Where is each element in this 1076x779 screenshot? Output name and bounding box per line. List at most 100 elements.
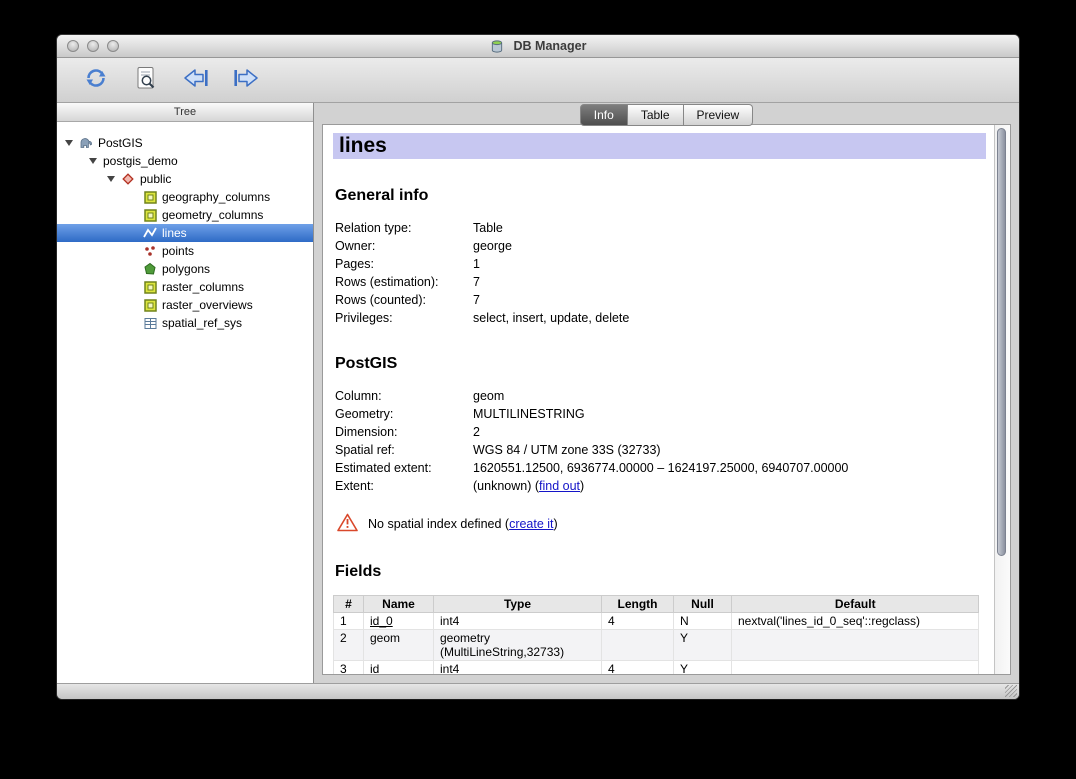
tree-item-postgis-demo[interactable]: postgis_demo [57,152,313,170]
warning-text: No spatial index defined (create it) [368,517,558,531]
info-label: Rows (estimation): [335,273,473,291]
table-icon [143,316,157,330]
disclosure-triangle[interactable] [65,140,73,146]
extent-unknown-text: (unknown) ( [473,479,539,493]
table-row: 2 geom geometry (MultiLineString,32733) … [334,630,979,661]
minimize-button[interactable] [87,40,99,52]
table-row: 3 id int4 4 Y [334,661,979,675]
info-label: Privileges: [335,309,473,327]
extent-row: Extent: (unknown) (find out) [335,477,986,495]
layer-table-icon [143,298,157,312]
tree-item-raster-columns[interactable]: raster_columns [57,278,313,296]
info-row: Spatial ref:WGS 84 / UTM zone 33S (32733… [335,441,986,459]
spatial-index-warning: No spatial index defined (create it) [337,513,986,535]
create-it-link[interactable]: create it [509,517,553,531]
info-label: Geometry: [335,405,473,423]
field-length: 4 [602,661,674,675]
close-button[interactable] [67,40,79,52]
content-panel: Info Table Preview lines General info Re… [314,103,1019,683]
import-arrow-icon [183,67,209,94]
field-default [732,661,979,675]
layer-table-icon [143,280,157,294]
field-type: int4 [434,661,602,675]
db-manager-window: DB Manager [57,35,1019,699]
field-length: 4 [602,613,674,630]
fields-header-row: # Name Type Length Null Default [334,596,979,613]
polygon-layer-icon [143,262,157,276]
disclosure-triangle[interactable] [89,158,97,164]
info-label: Pages: [335,255,473,273]
extent-value: (unknown) (find out) [473,477,584,495]
warning-text-before: No spatial index defined ( [368,517,509,531]
tree-item-public[interactable]: public [57,170,313,188]
titlebar[interactable]: DB Manager [57,35,1019,58]
export-layer-button[interactable] [231,64,261,96]
info-value: george [473,237,512,255]
tree-item-label: points [162,244,194,258]
column-header[interactable]: # [334,596,364,613]
vertical-scrollbar[interactable] [994,125,1010,674]
tree-item-points[interactable]: points [57,242,313,260]
tree-item-label: postgis_demo [103,154,178,168]
info-value: Table [473,219,503,237]
sql-window-icon [135,66,157,95]
import-layer-button[interactable] [181,64,211,96]
info-label: Column: [335,387,473,405]
field-default: nextval('lines_id_0_seq'::regclass) [732,613,979,630]
info-label: Dimension: [335,423,473,441]
tree-item-geography-columns[interactable]: geography_columns [57,188,313,206]
info-label: Relation type: [335,219,473,237]
zoom-button[interactable] [107,40,119,52]
desktop-background: DB Manager [0,0,1076,779]
table-row: 1 id_0 int4 4 N nextval('lines_id_0_seq'… [334,613,979,630]
postgis-rows: Column:geom Geometry:MULTILINESTRING Dim… [335,387,986,495]
tree-item-label: lines [162,226,187,240]
field-name-link[interactable]: id_0 [370,614,393,628]
info-value: MULTILINESTRING [473,405,585,423]
info-label: Owner: [335,237,473,255]
tab-preview[interactable]: Preview [684,104,754,126]
field-num: 1 [334,613,364,630]
info-row: Column:geom [335,387,986,405]
refresh-button[interactable] [81,64,111,96]
tree-item-lines[interactable]: lines [57,224,313,242]
extent-close-paren: ) [580,479,584,493]
export-arrow-icon [233,67,259,94]
field-length [602,630,674,661]
layer-table-icon [143,208,157,222]
column-header[interactable]: Length [602,596,674,613]
fields-table: # Name Type Length Null Default [333,595,979,674]
column-header[interactable]: Default [732,596,979,613]
disclosure-triangle[interactable] [107,176,115,182]
tree-item-label: PostGIS [98,136,143,150]
sql-window-button[interactable] [131,64,161,96]
tree-item-raster-overviews[interactable]: raster_overviews [57,296,313,314]
tree-item-spatial-ref-sys[interactable]: spatial_ref_sys [57,314,313,332]
info-value: WGS 84 / UTM zone 33S (32733) [473,441,661,459]
field-type: int4 [434,613,602,630]
tree-item-postgis[interactable]: PostGIS [57,134,313,152]
info-view: lines General info Relation type:Table O… [322,124,1011,675]
scrollbar-thumb[interactable] [997,128,1006,556]
tree-item-geometry-columns[interactable]: geometry_columns [57,206,313,224]
tree-item-label: spatial_ref_sys [162,316,242,330]
info-value: select, insert, update, delete [473,309,629,327]
line-layer-icon [143,226,157,240]
general-info-heading: General info [335,187,986,205]
column-header[interactable]: Null [674,596,732,613]
postgis-heading: PostGIS [335,355,986,373]
tab-info[interactable]: Info [580,104,628,126]
tree-item-polygons[interactable]: polygons [57,260,313,278]
field-name: geom [364,630,434,661]
column-header[interactable]: Type [434,596,602,613]
tree-panel: Tree PostGIS postgis_demo [57,103,314,683]
find-out-link[interactable]: find out [539,479,580,493]
warning-text-after: ) [554,517,558,531]
resize-grip[interactable] [1005,685,1017,697]
info-row: Pages:1 [335,255,986,273]
tab-table[interactable]: Table [628,104,684,126]
tree-item-label: geography_columns [162,190,270,204]
info-row: Geometry:MULTILINESTRING [335,405,986,423]
column-header[interactable]: Name [364,596,434,613]
info-content: lines General info Relation type:Table O… [323,125,994,674]
